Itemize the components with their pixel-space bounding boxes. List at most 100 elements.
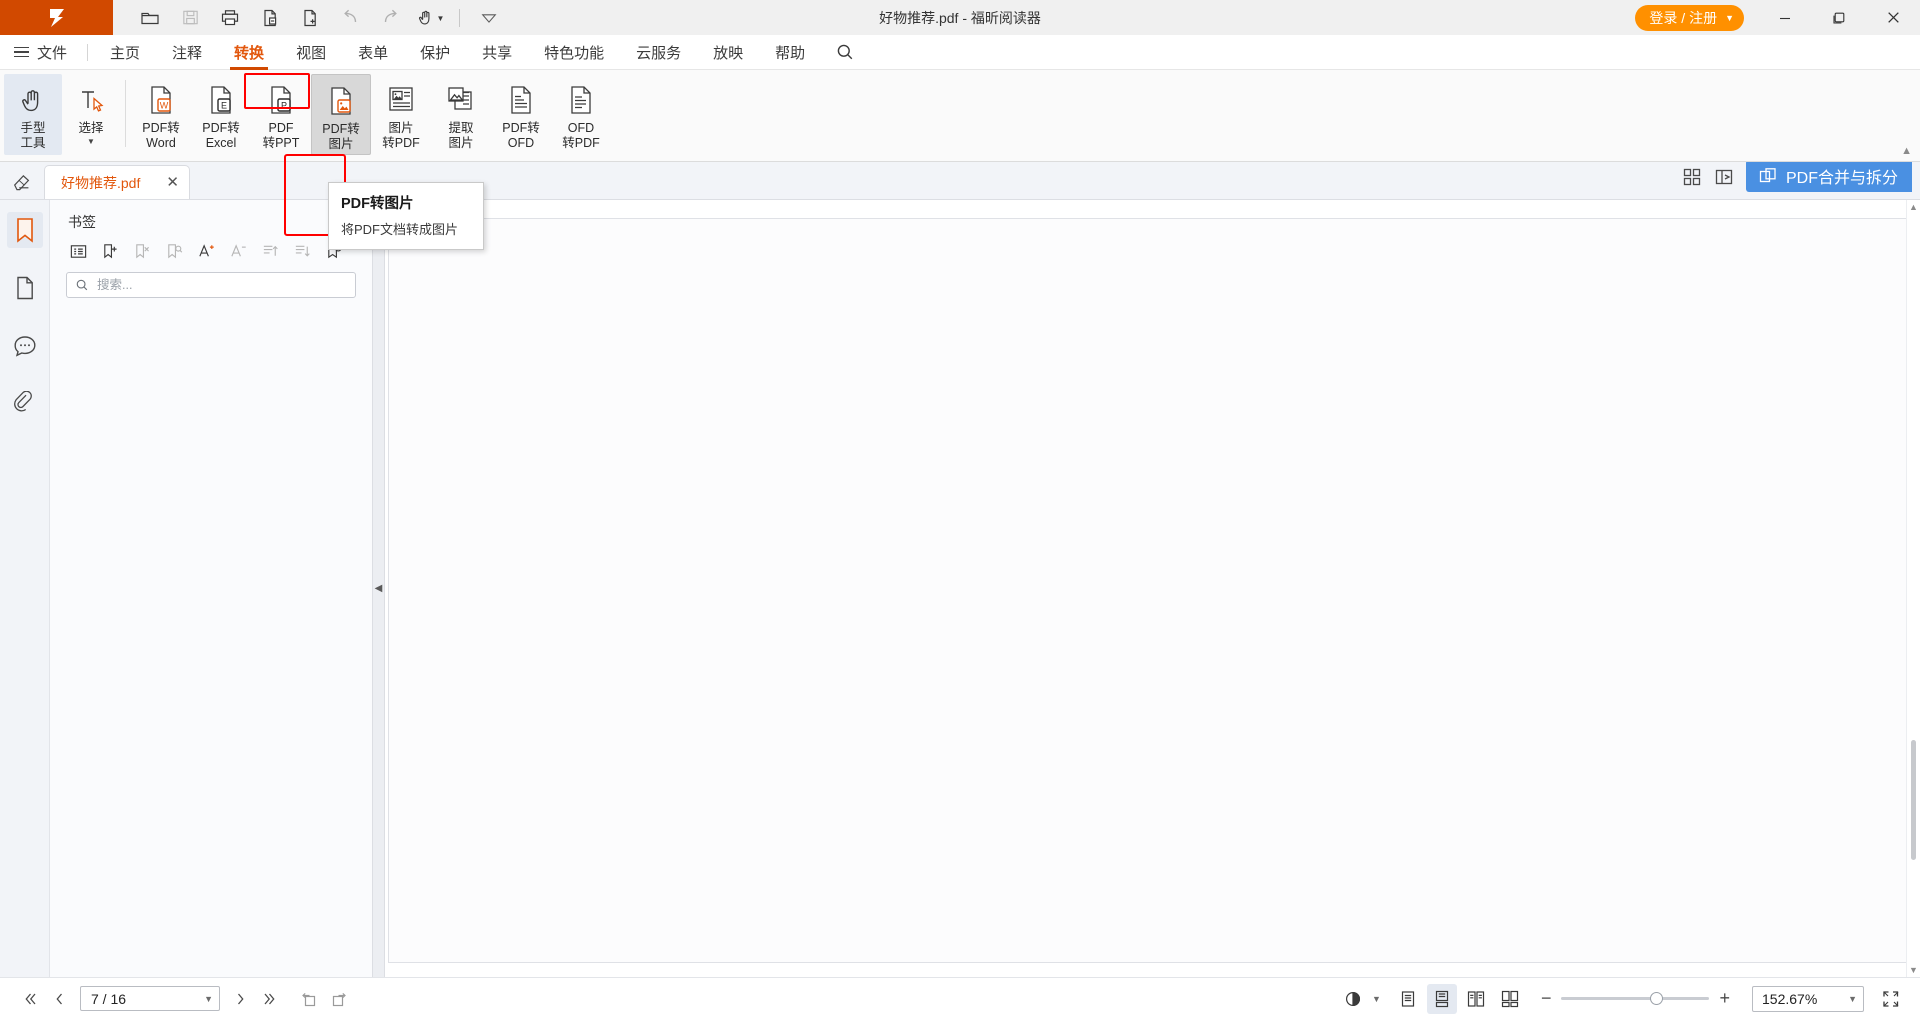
ribbon-pdf-to-image[interactable]: PDF转 图片 (311, 74, 371, 155)
two-page-view-button[interactable] (1461, 984, 1491, 1014)
find-bookmark-icon[interactable] (162, 240, 186, 262)
rotate-right-button[interactable] (324, 984, 354, 1014)
scroll-down-arrow[interactable]: ▼ (1907, 963, 1920, 977)
sidebar-item-comments[interactable] (7, 328, 43, 364)
pdf-to-ppt-icon: P (264, 82, 298, 118)
menu-item-protect[interactable]: 保护 (404, 35, 466, 70)
undo-button[interactable] (331, 3, 369, 33)
print-button[interactable] (211, 3, 249, 33)
ribbon-pdf-to-ppt[interactable]: P PDF 转PPT (251, 74, 311, 155)
ribbon-collapse-icon[interactable]: ▲ (1901, 145, 1912, 157)
zoom-out-button[interactable]: − (1535, 988, 1558, 1009)
move-bookmark-up-icon[interactable] (258, 240, 282, 262)
search-icon[interactable] (835, 42, 855, 62)
redo-button[interactable] (371, 3, 409, 33)
add-page-button[interactable] (291, 3, 329, 33)
svg-text:E: E (221, 100, 227, 110)
maximize-button[interactable] (1812, 0, 1866, 35)
pdf-merge-split-button[interactable]: PDF合并与拆分 (1746, 160, 1912, 192)
ribbon-image-to-pdf[interactable]: 图片 转PDF (371, 74, 431, 155)
menu-item-view[interactable]: 视图 (280, 35, 342, 70)
ofd-to-pdf-icon (564, 82, 598, 118)
page-number-input[interactable]: 7 / 16 ▼ (80, 986, 220, 1011)
scrollbar-thumb[interactable] (1911, 740, 1916, 860)
document-tab[interactable]: 好物推荐.pdf ✕ (44, 165, 190, 199)
zoom-slider-knob[interactable] (1650, 992, 1663, 1005)
ribbon-divider (125, 80, 126, 147)
theme-button[interactable] (1338, 984, 1368, 1014)
sidebar-item-pages[interactable] (7, 270, 43, 306)
bookmark-list-icon[interactable] (66, 240, 90, 262)
ribbon-pdf-to-ppt-label: PDF 转PPT (263, 121, 300, 151)
sidebar-item-attachments[interactable] (7, 386, 43, 422)
minimize-button[interactable] (1758, 0, 1812, 35)
ribbon-toolbar: 手型 工具 选择 ▼ W PDF转 Word (0, 70, 1920, 162)
hand-tool-icon (17, 82, 49, 118)
zoom-level-value: 152.67% (1762, 991, 1817, 1007)
ribbon-hand-tool[interactable]: 手型 工具 (4, 74, 62, 155)
close-icon[interactable]: ✕ (166, 175, 179, 190)
next-page-button[interactable] (226, 984, 256, 1014)
bookmark-search-input[interactable] (97, 278, 347, 292)
menu-item-present[interactable]: 放映 (697, 35, 759, 70)
menu-item-form[interactable]: 表单 (342, 35, 404, 70)
prev-page-button[interactable] (44, 984, 74, 1014)
bookmark-toolbar (62, 240, 360, 272)
save-button[interactable] (171, 3, 209, 33)
chevron-down-icon[interactable]: ▼ (1372, 994, 1381, 1004)
viewer-scrollbar[interactable]: ▲ ▼ (1906, 200, 1920, 977)
chevron-down-icon[interactable]: ▼ (1848, 994, 1857, 1004)
close-button[interactable] (1866, 0, 1920, 35)
zoom-in-button[interactable]: + (1713, 988, 1736, 1009)
expand-font-icon[interactable] (194, 240, 218, 262)
chevron-down-icon[interactable]: ▼ (87, 137, 95, 146)
grid-view-icon[interactable] (1682, 167, 1702, 187)
menu-item-cloud[interactable]: 云服务 (620, 35, 697, 70)
tooltip-title: PDF转图片 (341, 192, 471, 213)
extract-page-button[interactable] (251, 3, 289, 33)
image-to-pdf-icon (384, 82, 418, 118)
add-bookmark-icon[interactable] (98, 240, 122, 262)
delete-bookmark-icon[interactable] (130, 240, 154, 262)
single-page-view-button[interactable] (1393, 984, 1423, 1014)
first-page-button[interactable] (14, 984, 44, 1014)
split-view-icon[interactable] (1714, 167, 1734, 187)
zoom-slider-track[interactable] (1561, 997, 1709, 1000)
sidebar-item-bookmarks[interactable] (7, 212, 43, 248)
menu-item-share[interactable]: 共享 (466, 35, 528, 70)
fullscreen-button[interactable] (1876, 984, 1906, 1014)
ribbon-select-tool[interactable]: 选择 ▼ (62, 74, 120, 155)
menu-item-file[interactable]: 文件 (37, 35, 81, 70)
ribbon-extract-image[interactable]: 提取 图片 (431, 74, 491, 155)
move-bookmark-down-icon[interactable] (290, 240, 314, 262)
ribbon-pdf-to-ofd[interactable]: PDF转 OFD (491, 74, 551, 155)
login-register-button[interactable]: 登录 / 注册 ▼ (1635, 5, 1744, 31)
menu-item-help[interactable]: 帮助 (759, 35, 821, 70)
chevron-down-icon: ▼ (437, 14, 445, 23)
scroll-up-arrow[interactable]: ▲ (1907, 200, 1920, 214)
menu-item-comment[interactable]: 注释 (156, 35, 218, 70)
panel-collapse-handle[interactable]: ◀ (373, 200, 385, 977)
chevron-down-icon[interactable]: ▼ (204, 994, 213, 1004)
menu-item-convert[interactable]: 转换 (218, 35, 280, 70)
ribbon-pdf-to-excel[interactable]: E PDF转 Excel (191, 74, 251, 155)
zoom-level-input[interactable]: 152.67% ▼ (1752, 986, 1864, 1012)
rotate-left-button[interactable] (294, 984, 324, 1014)
open-file-button[interactable] (131, 3, 169, 33)
menu-item-home[interactable]: 主页 (94, 35, 156, 70)
two-page-continuous-view-button[interactable] (1495, 984, 1525, 1014)
shrink-font-icon[interactable] (226, 240, 250, 262)
menu-item-features[interactable]: 特色功能 (528, 35, 620, 70)
ribbon-ofd-to-pdf[interactable]: OFD 转PDF (551, 74, 611, 155)
continuous-view-button[interactable] (1427, 984, 1457, 1014)
app-logo (0, 0, 113, 35)
bookmark-search-box[interactable] (66, 272, 356, 298)
customize-qat-button[interactable] (470, 3, 508, 33)
last-page-button[interactable] (256, 984, 286, 1014)
eraser-icon[interactable] (0, 161, 44, 199)
ribbon-pdf-to-word[interactable]: W PDF转 Word (131, 74, 191, 155)
status-bar-right: ▼ (1338, 984, 1906, 1014)
hand-tool-button[interactable]: ▼ (411, 3, 449, 33)
main-menu-icon[interactable] (14, 47, 29, 58)
menu-bar: 文件 主页 注释 转换 视图 表单 保护 共享 特色功能 云服务 放映 帮助 (0, 35, 1920, 70)
